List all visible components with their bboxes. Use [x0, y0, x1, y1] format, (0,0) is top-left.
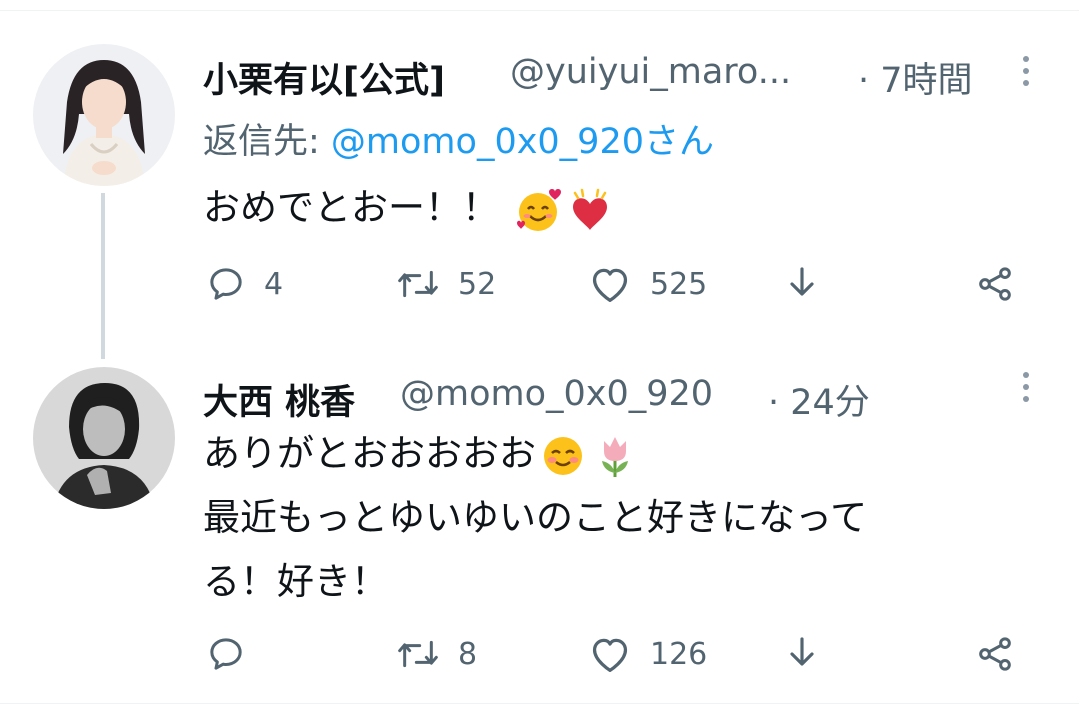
reply-to-line: 返信先: @momo_0x0_920さん: [203, 113, 714, 164]
like-count: 126: [650, 636, 708, 672]
more-options-button[interactable]: [1019, 372, 1033, 408]
like-button[interactable]: 126: [588, 634, 707, 674]
like-button[interactable]: 525: [588, 264, 707, 304]
dot-icon: [1023, 68, 1029, 74]
retweet-icon: [398, 640, 438, 668]
retweet-button[interactable]: 8: [396, 634, 477, 674]
share-button[interactable]: [974, 264, 1016, 304]
tweet-text-line-1: ありがとおおおおお: [203, 422, 867, 486]
smiling-face-with-hearts-emoji: [516, 188, 561, 231]
tweet-text-line-3: る！好き！: [203, 560, 388, 603]
dot-icon: [1023, 372, 1029, 378]
tweet-text: ありがとおおおおお 最近もっとゆいゆいのこと好きになって る！好き！: [203, 422, 867, 614]
author-handle[interactable]: @yuiyui_maro...: [510, 52, 791, 92]
tweet-text-line: ありがとおおおおお: [203, 432, 536, 475]
tweet-time[interactable]: · 24分: [768, 374, 870, 425]
more-options-button[interactable]: [1019, 56, 1033, 92]
share-icon: [979, 637, 1011, 671]
heart-icon: [592, 268, 628, 302]
tweet-text: おめでとおー！！: [203, 176, 615, 240]
dot-icon: [1023, 56, 1029, 62]
reply-to-label: 返信先:: [203, 122, 331, 162]
dot-icon: [1023, 384, 1029, 390]
thread-connector: [101, 193, 105, 359]
download-arrow-icon: [790, 267, 814, 296]
retweet-icon: [398, 270, 438, 298]
download-button[interactable]: [782, 634, 822, 674]
tweet-momo[interactable]: 大西 桃香 @momo_0x0_920 · 24分 ありがとおおおおお 最近もっ…: [0, 340, 1079, 703]
reply-to-mention-link[interactable]: @momo_0x0_920さん: [331, 122, 714, 162]
avatar-momo[interactable]: [33, 367, 175, 509]
tulip-emoji: [602, 436, 628, 477]
avatar-yuiyui[interactable]: [33, 44, 175, 186]
reply-count: 4: [264, 266, 284, 302]
beating-heart-emoji: [572, 188, 607, 230]
reply-icon: [210, 638, 242, 670]
tweet-time[interactable]: · 7時間: [858, 52, 973, 103]
retweet-button[interactable]: 52: [396, 264, 496, 304]
author-name[interactable]: 大西 桃香: [203, 374, 355, 425]
author-handle[interactable]: @momo_0x0_920: [400, 374, 713, 414]
dot-icon: [1023, 396, 1029, 402]
retweet-count: 52: [458, 266, 497, 302]
smiling-face-blush-emoji: [544, 436, 582, 475]
heart-icon: [592, 638, 628, 672]
author-name[interactable]: 小栗有以[公式]: [203, 52, 445, 103]
reply-button[interactable]: 4: [206, 264, 283, 304]
download-button[interactable]: [782, 264, 822, 304]
tweet-text-line-2: 最近もっとゆいゆいのこと好きになって: [203, 496, 868, 539]
dot-icon: [1023, 80, 1029, 86]
reply-button[interactable]: [206, 634, 264, 674]
reply-icon: [210, 268, 242, 300]
like-count: 525: [650, 266, 708, 302]
share-button[interactable]: [974, 634, 1016, 674]
bottom-divider: [0, 703, 1079, 704]
retweet-count: 8: [458, 636, 478, 672]
share-icon: [979, 267, 1011, 301]
download-arrow-icon: [790, 637, 814, 666]
tweet-text-line: おめでとおー！！: [203, 186, 499, 229]
tweet-yuiyui[interactable]: 小栗有以[公式] @yuiyui_maro... · 7時間 返信先: @mom…: [0, 0, 1079, 359]
